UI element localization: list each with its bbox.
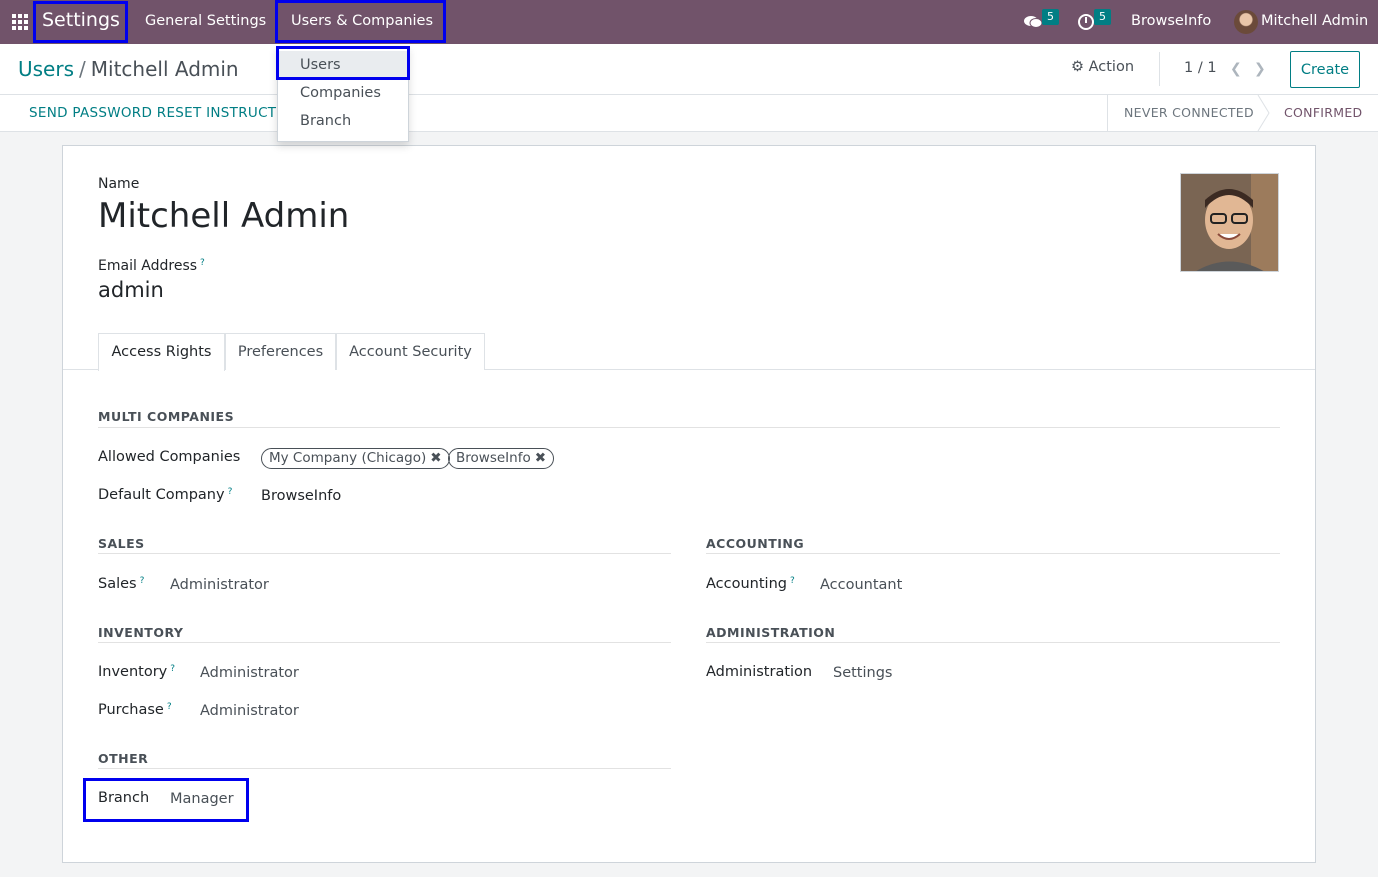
accounting-rights-select[interactable]: Accountant <box>820 577 902 593</box>
breadcrumb-users-link[interactable]: Users <box>18 57 74 81</box>
purchase-rights-select[interactable]: Administrator <box>200 703 299 719</box>
user-menu[interactable]: Mitchell Admin <box>1261 13 1368 29</box>
administration-rights-select[interactable]: Settings <box>833 665 892 681</box>
name-field[interactable]: Mitchell Admin <box>98 196 349 236</box>
sales-rights-select[interactable]: Administrator <box>170 577 269 593</box>
email-label: Email Address? <box>98 258 205 274</box>
email-field[interactable]: admin <box>98 278 164 302</box>
stage-arrow-icon <box>1257 95 1270 131</box>
allowed-companies-label: Allowed Companies <box>98 449 241 465</box>
group-title-sales: SALES <box>98 536 145 551</box>
breadcrumb-current: Mitchell Admin <box>90 57 239 81</box>
user-photo[interactable] <box>1180 173 1279 272</box>
branch-rights-select[interactable]: Manager <box>170 791 234 807</box>
group-divider <box>98 427 1280 428</box>
chevron-right-icon[interactable]: ❯ <box>1254 61 1266 77</box>
stage-confirmed: CONFIRMED <box>1284 105 1363 120</box>
users-companies-dropdown: Users Companies Branch <box>277 46 409 142</box>
group-title-multi-companies: MULTI COMPANIES <box>98 409 235 424</box>
action-label: Action <box>1088 59 1135 75</box>
group-title-administration: ADMINISTRATION <box>706 625 836 640</box>
stage-divider <box>1107 95 1108 131</box>
group-title-accounting: ACCOUNTING <box>706 536 805 551</box>
branch-label: Branch <box>98 790 150 806</box>
help-icon[interactable]: ? <box>167 702 172 712</box>
form-sheet: Name Mitchell Admin Email Address? admin… <box>62 145 1316 863</box>
help-icon[interactable]: ? <box>170 664 175 674</box>
group-divider <box>98 642 671 643</box>
menu-users-companies[interactable]: Users & Companies <box>291 13 433 29</box>
group-title-inventory: INVENTORY <box>98 625 184 640</box>
administration-label: Administration <box>706 664 813 680</box>
pager-value[interactable]: 1 / 1 <box>1184 60 1217 76</box>
group-divider <box>706 642 1280 643</box>
remove-tag-icon[interactable]: ✖ <box>535 450 546 466</box>
group-divider <box>98 553 671 554</box>
messages-badge: 5 <box>1042 9 1059 25</box>
app-brand[interactable]: Settings <box>42 9 120 31</box>
dropdown-item-companies[interactable]: Companies <box>278 79 408 107</box>
group-title-other: OTHER <box>98 751 149 766</box>
sales-label: Sales? <box>98 576 144 592</box>
pager-divider <box>1159 52 1160 86</box>
control-panel: Users / Mitchell Admin ⚙ Action 1 / 1 ❮ ❯ … <box>0 44 1378 95</box>
group-divider <box>706 553 1280 554</box>
name-label: Name <box>98 176 140 192</box>
activity-clock-icon[interactable] <box>1078 14 1094 30</box>
send-password-reset-button[interactable]: SEND PASSWORD RESET INSTRUCT <box>29 105 276 121</box>
accounting-label: Accounting? <box>706 576 795 592</box>
accounting-label-text: Accounting <box>706 576 787 592</box>
help-icon[interactable]: ? <box>790 576 795 586</box>
tab-access-rights[interactable]: Access Rights <box>98 333 225 371</box>
tag-label: BrowseInfo <box>456 450 531 466</box>
default-company-label: Default Company? <box>98 487 232 503</box>
help-icon[interactable]: ? <box>200 258 205 268</box>
group-divider <box>98 768 671 769</box>
user-photo-image <box>1181 174 1278 271</box>
help-icon[interactable]: ? <box>228 487 233 497</box>
user-avatar[interactable] <box>1234 10 1258 34</box>
dropdown-item-branch[interactable]: Branch <box>278 107 408 135</box>
stage-never-connected: NEVER CONNECTED <box>1124 105 1254 120</box>
inventory-label: Inventory? <box>98 664 175 680</box>
chat-icon[interactable] <box>1024 15 1042 29</box>
top-navbar: Settings General Settings Users & Compan… <box>0 0 1378 44</box>
create-button[interactable]: Create <box>1290 51 1360 88</box>
default-company-field[interactable]: BrowseInfo <box>261 488 341 504</box>
menu-general-settings[interactable]: General Settings <box>145 13 266 29</box>
email-label-text: Email Address <box>98 258 198 274</box>
tag-label: My Company (Chicago) <box>269 450 427 466</box>
apps-grid-icon[interactable] <box>12 14 28 30</box>
gear-icon: ⚙ <box>1071 59 1084 75</box>
action-button[interactable]: ⚙ Action <box>1071 59 1134 75</box>
tag-browseinfo: BrowseInfo ✖ <box>448 448 555 469</box>
purchase-label-text: Purchase <box>98 702 164 718</box>
breadcrumb: Users / Mitchell Admin <box>18 57 239 81</box>
tab-preferences[interactable]: Preferences <box>225 333 336 370</box>
tag-my-company: My Company (Chicago) ✖ <box>261 448 450 469</box>
tab-account-security[interactable]: Account Security <box>336 333 485 370</box>
sales-label-text: Sales <box>98 576 137 592</box>
activities-badge: 5 <box>1094 9 1111 25</box>
remove-tag-icon[interactable]: ✖ <box>430 450 441 466</box>
inventory-rights-select[interactable]: Administrator <box>200 665 299 681</box>
chevron-left-icon[interactable]: ❮ <box>1230 61 1242 77</box>
company-switcher[interactable]: BrowseInfo <box>1131 13 1211 29</box>
status-bar: SEND PASSWORD RESET INSTRUCT NEVER CONNE… <box>0 95 1378 132</box>
default-company-label-text: Default Company <box>98 487 225 503</box>
dropdown-item-users[interactable]: Users <box>278 51 408 79</box>
purchase-label: Purchase? <box>98 702 172 718</box>
help-icon[interactable]: ? <box>140 576 145 586</box>
inventory-label-text: Inventory <box>98 664 168 680</box>
breadcrumb-separator: / <box>79 57 86 81</box>
